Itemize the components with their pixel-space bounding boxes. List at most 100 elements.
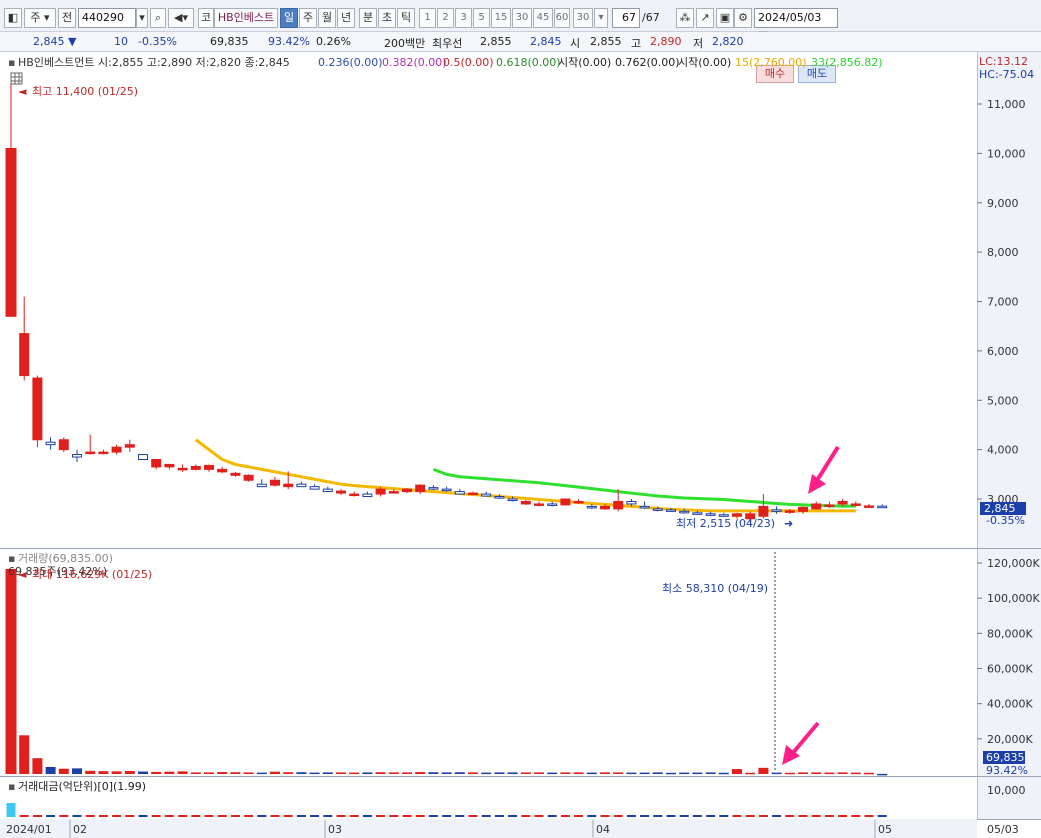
candle — [481, 491, 492, 497]
volume-bar — [732, 769, 742, 774]
prev-button[interactable]: 전 — [58, 8, 76, 28]
amount-bar — [613, 815, 623, 817]
amount-bar — [336, 815, 346, 817]
interval-45[interactable]: 45 — [533, 8, 553, 28]
candle-body — [58, 439, 69, 451]
tab-year[interactable]: 년 — [337, 8, 355, 28]
annotation-arrow-volume — [782, 721, 820, 765]
amount-bar — [640, 815, 650, 817]
amount-bar — [151, 815, 161, 817]
tab-month[interactable]: 월 — [318, 8, 336, 28]
date-input[interactable]: 2024/05/03 ▦ — [754, 8, 838, 42]
volume-bar — [639, 772, 650, 775]
volume-bar — [811, 772, 822, 774]
indicator-8: 33(2,856.82) — [811, 56, 883, 69]
volume-bar — [758, 767, 769, 774]
indicator-4: 시작(0.00) — [558, 56, 611, 69]
amount-bar — [772, 815, 782, 817]
candle-body — [798, 506, 808, 512]
interval-3[interactable]: 3 — [455, 8, 472, 28]
volume-bar — [388, 772, 399, 774]
interval-15[interactable]: 15 — [491, 8, 511, 28]
interval-value[interactable]: 30 — [573, 8, 593, 28]
candle-body — [124, 444, 135, 448]
candle-body — [270, 479, 280, 486]
candle-body — [19, 333, 30, 377]
interval-5[interactable]: 5 — [473, 8, 490, 28]
interval-1[interactable]: 1 — [419, 8, 436, 28]
candle-body — [296, 483, 307, 488]
candle — [270, 476, 280, 487]
volume-bar — [349, 772, 360, 775]
indicator-5: 0.762(0.00) — [615, 56, 680, 69]
volume-bar — [375, 772, 386, 774]
tab-day[interactable]: 일 — [280, 8, 298, 28]
volume-bar — [336, 772, 346, 774]
amount-bar — [349, 815, 359, 817]
chevron-down-icon[interactable]: ▾ — [136, 8, 148, 28]
indicator-7: 15(2,760.00) — [735, 56, 807, 69]
volume-bar — [72, 768, 82, 774]
candle-body — [72, 454, 82, 458]
candle — [362, 491, 373, 498]
amount-bar — [824, 815, 834, 817]
annotation-arrow-price — [808, 445, 840, 494]
tab-tick[interactable]: 틱 — [397, 8, 415, 28]
candle — [336, 489, 346, 496]
interval-60[interactable]: 60 — [554, 8, 570, 28]
chart-area[interactable]: ▪ HB인베스트먼트 시:2,855 고:2,890 저:2,820 종:2,8… — [0, 52, 1041, 838]
interval-2[interactable]: 2 — [437, 8, 454, 28]
candle-body — [573, 500, 584, 504]
candle — [441, 486, 452, 492]
tab-week[interactable]: 주 — [299, 8, 317, 28]
search-icon[interactable]: ⌕ — [150, 8, 166, 28]
page-count-input[interactable]: 67 — [612, 8, 640, 28]
gear-icon[interactable]: ⚙ — [734, 8, 752, 28]
candle-body — [349, 493, 360, 497]
indicator-0: 0.236(0.00) — [318, 56, 383, 69]
candle — [217, 466, 228, 474]
amount-bar — [204, 815, 214, 817]
amount-bar — [508, 815, 518, 817]
volume-tick-label: 20,000K — [987, 733, 1033, 746]
speaker-icon[interactable]: ◀▾ — [168, 8, 194, 28]
save-icon[interactable]: ▣ — [716, 8, 734, 28]
stock-code-input[interactable]: 440290 — [78, 8, 136, 28]
amount-y-tick: 10,000 — [987, 784, 1026, 797]
candle — [5, 84, 17, 317]
price-tick-label: 11,000 — [987, 98, 1026, 111]
stock-name[interactable]: HB인베스트 — [214, 8, 278, 28]
amount-bar — [296, 815, 306, 817]
volume-bar — [468, 772, 478, 774]
interval-dropdown-icon[interactable]: ▾ — [594, 8, 608, 28]
trend-icon[interactable]: ↗ — [696, 8, 714, 28]
tab-minute[interactable]: 분 — [359, 8, 377, 28]
price-panel-header-icon: ▪ — [8, 56, 15, 69]
candle — [560, 498, 571, 506]
tab-second[interactable]: 초 — [378, 8, 396, 28]
price-tick-label: 8,000 — [987, 246, 1019, 259]
candle-body — [850, 503, 861, 506]
interval-30[interactable]: 30 — [512, 8, 532, 28]
amount-bar — [706, 815, 716, 817]
turnover: 0.26% — [316, 35, 351, 48]
candle — [45, 437, 56, 450]
candle-icon[interactable]: ⁂ — [676, 8, 694, 28]
low-value: 2,820 — [712, 35, 744, 48]
amount-bar — [178, 815, 188, 817]
volume-bar — [441, 772, 452, 774]
candle-body — [811, 503, 822, 510]
volume-bar — [547, 772, 558, 775]
candle-body — [138, 454, 148, 460]
amount-bar — [600, 815, 610, 817]
x-label-right: 05/03 — [987, 823, 1019, 836]
candle-body — [560, 498, 571, 506]
candle-body — [177, 467, 188, 471]
grid-toggle-icon — [10, 72, 23, 85]
svg-text:▪: ▪ — [8, 552, 15, 565]
price-tick-label: 5,000 — [987, 394, 1019, 407]
layout-icon[interactable]: ◧ — [4, 8, 22, 28]
volume-bar — [190, 772, 201, 774]
candle-body — [481, 493, 492, 497]
period-select[interactable]: 주 ▾ — [24, 8, 56, 28]
